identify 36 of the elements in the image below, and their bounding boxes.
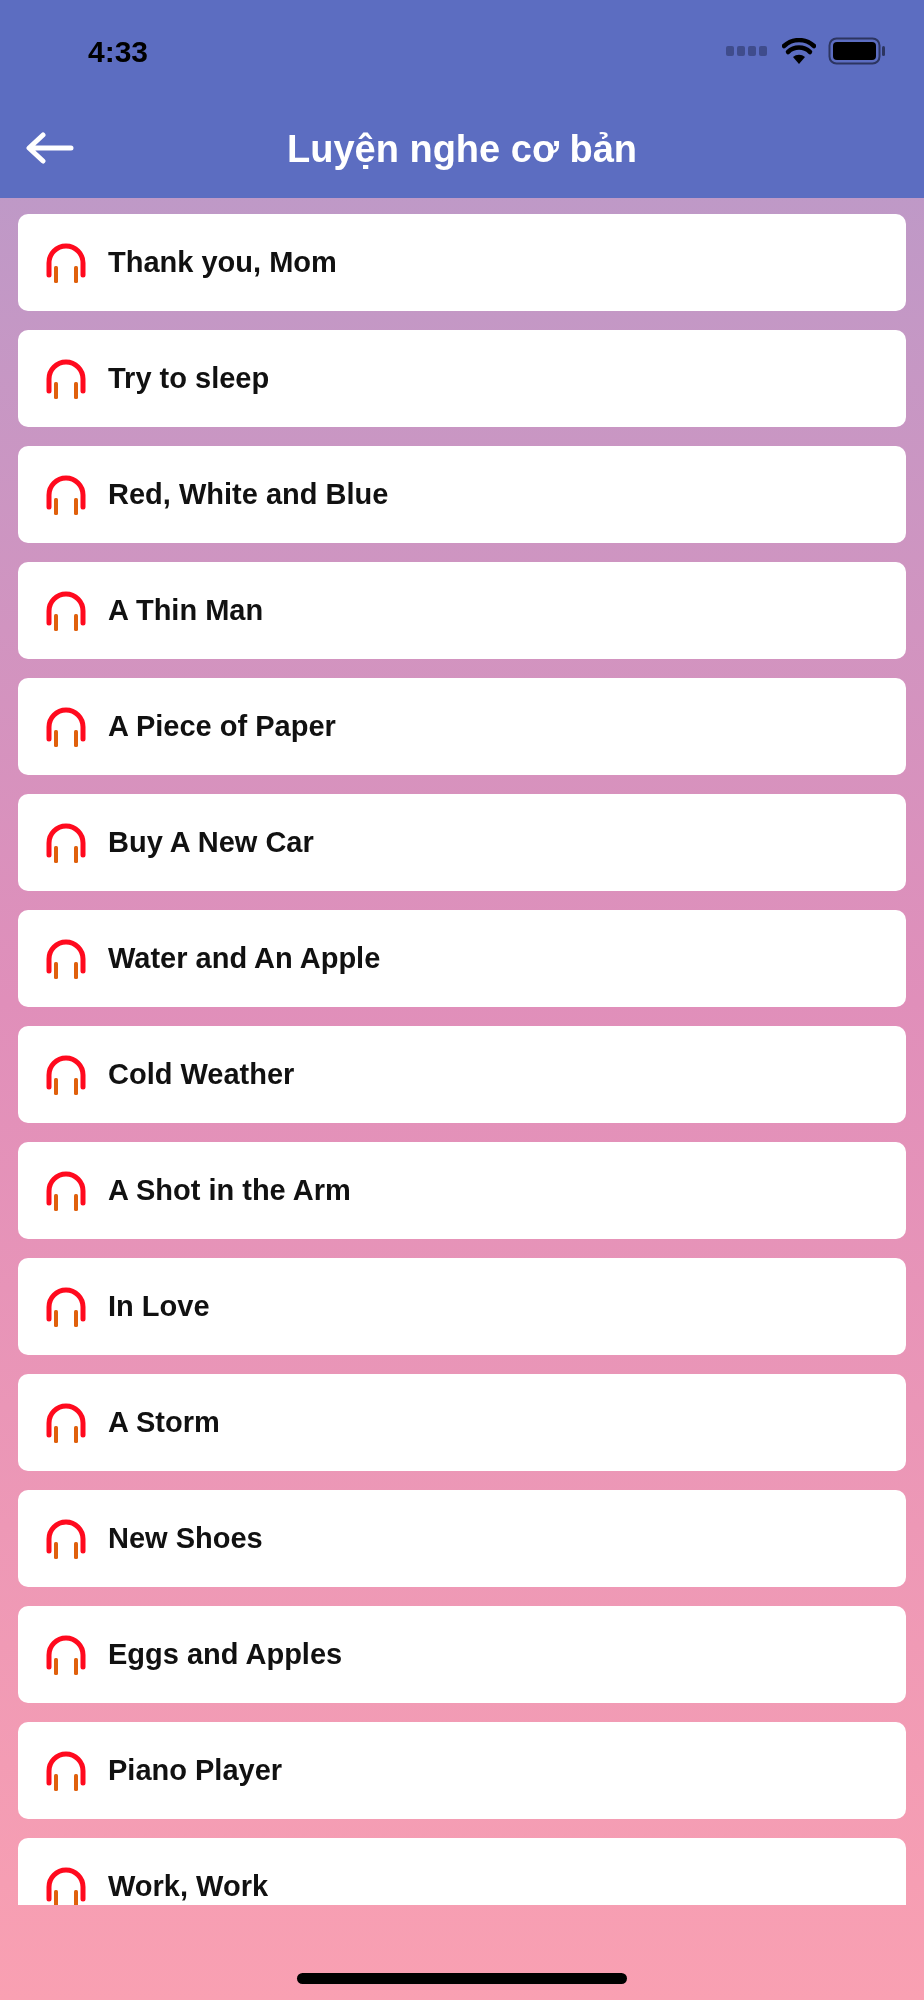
signal-icon: [726, 46, 770, 56]
lesson-card[interactable]: Thank you, Mom: [18, 214, 906, 311]
lesson-title: Thank you, Mom: [108, 244, 337, 280]
lesson-title: In Love: [108, 1288, 210, 1324]
lesson-title: Eggs and Apples: [108, 1636, 343, 1672]
lesson-card[interactable]: Water and An Apple: [18, 910, 906, 1007]
lesson-card[interactable]: A Piece of Paper: [18, 678, 906, 775]
lesson-title: Piano Player: [108, 1752, 283, 1788]
lesson-title: Work, Work: [108, 1868, 269, 1904]
lesson-card[interactable]: Cold Weather: [18, 1026, 906, 1123]
wifi-icon: [782, 38, 816, 64]
lesson-card[interactable]: A Storm: [18, 1374, 906, 1471]
lesson-title: Try to sleep: [108, 360, 270, 396]
lesson-title: Water and An Apple: [108, 940, 381, 976]
lesson-title: A Thin Man: [108, 592, 264, 628]
lesson-card[interactable]: Buy A New Car: [18, 794, 906, 891]
lesson-card[interactable]: In Love: [18, 1258, 906, 1355]
page-title: Luyện nghe cơ bản: [286, 126, 638, 172]
lesson-card[interactable]: Try to sleep: [18, 330, 906, 427]
lesson-title: A Storm: [108, 1404, 220, 1440]
lesson-title: Red, White and Blue: [108, 476, 389, 512]
lesson-card[interactable]: Piano Player: [18, 1722, 906, 1819]
lesson-title: Cold Weather: [108, 1056, 295, 1092]
lesson-card[interactable]: A Thin Man: [18, 562, 906, 659]
lesson-title: New Shoes: [108, 1520, 263, 1556]
back-arrow-icon[interactable]: [24, 132, 74, 164]
lesson-card[interactable]: New Shoes: [18, 1490, 906, 1587]
lesson-title: A Shot in the Arm: [108, 1172, 351, 1208]
status-time: 4:33: [88, 33, 149, 70]
lesson-card[interactable]: Red, White and Blue: [18, 446, 906, 543]
lesson-title: A Piece of Paper: [108, 708, 336, 744]
lesson-card[interactable]: A Shot in the Arm: [18, 1142, 906, 1239]
battery-icon: [828, 37, 886, 65]
lesson-title: Buy A New Car: [108, 824, 314, 860]
lesson-card[interactable]: Eggs and Apples: [18, 1606, 906, 1703]
lesson-card[interactable]: Work, Work: [18, 1838, 906, 1905]
